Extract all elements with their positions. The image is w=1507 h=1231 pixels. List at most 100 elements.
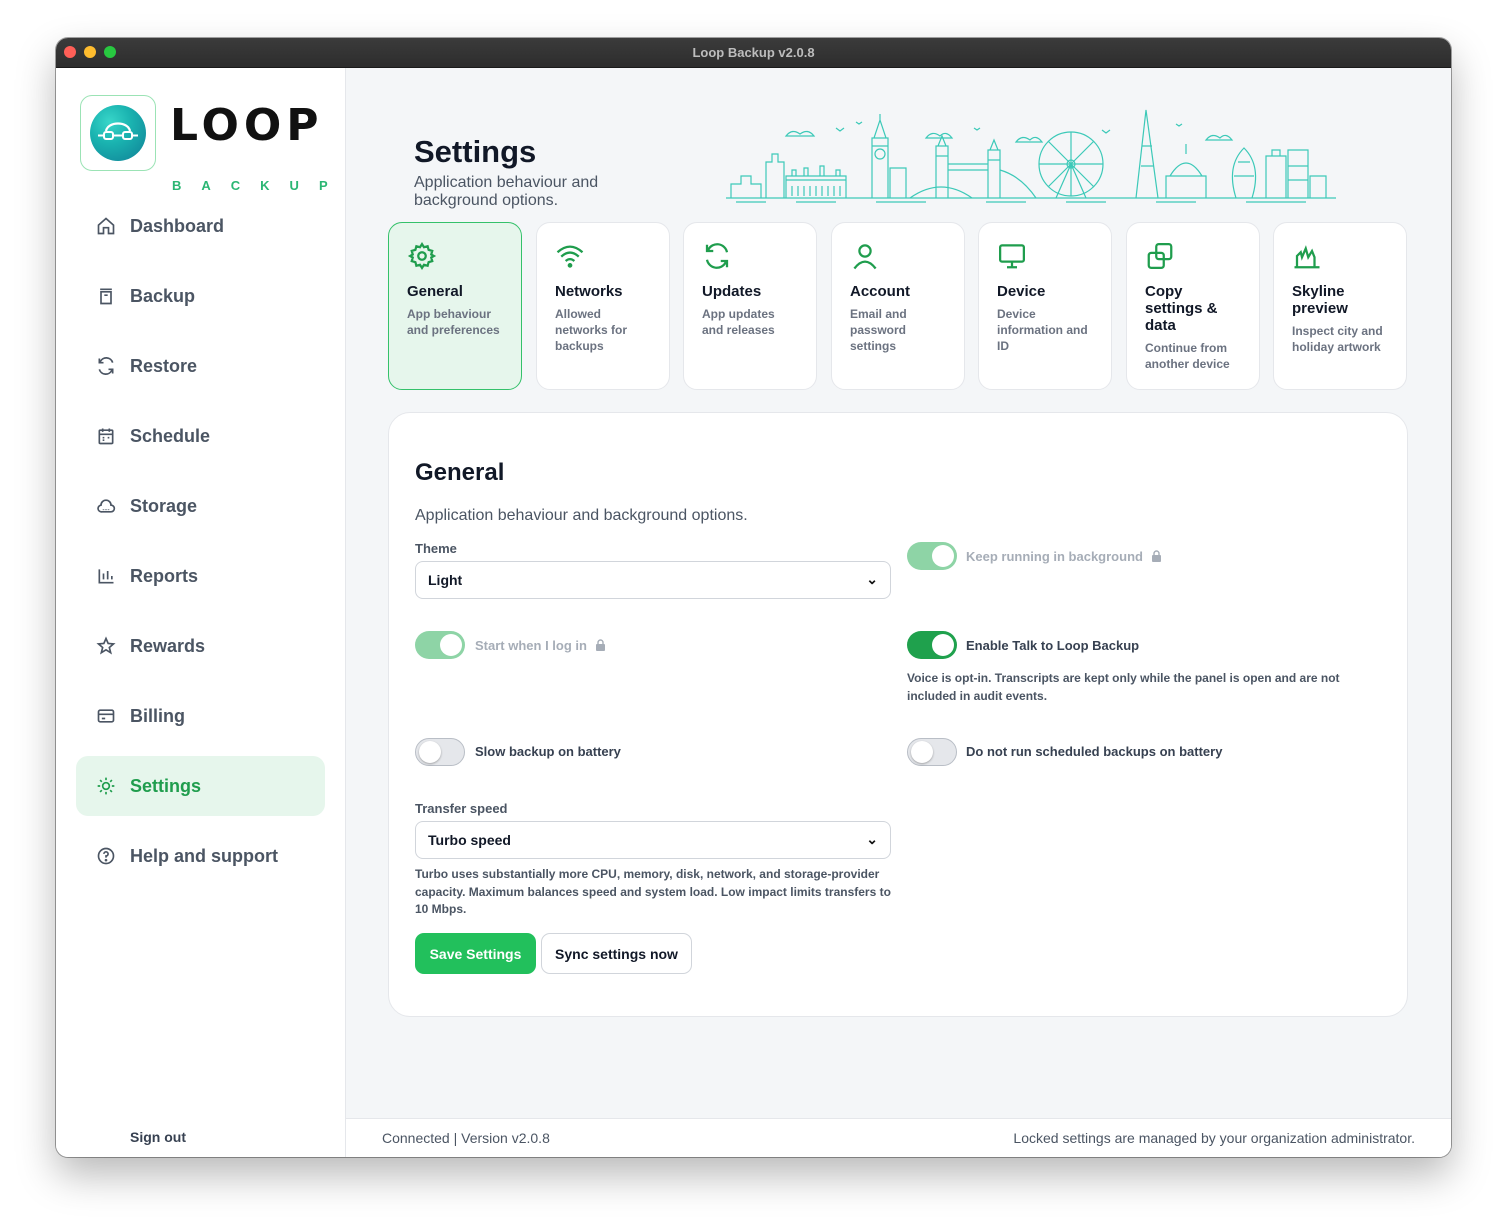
sidebar-item-label: Billing	[130, 705, 185, 726]
sidebar-item-schedule[interactable]: Schedule	[76, 406, 325, 466]
chevron-down-icon: ⌄	[866, 831, 878, 847]
transfer-speed-label: Transfer speed	[415, 801, 508, 816]
theme-value: Light	[428, 572, 463, 588]
card-copy-settings[interactable]: Copy settings & data Continue from anoth…	[1126, 222, 1260, 390]
star-icon	[96, 636, 116, 655]
sidebar-item-label: Dashboard	[130, 215, 225, 236]
slow-battery-toggle[interactable]	[415, 738, 465, 766]
sidebar-item-settings[interactable]: Settings	[76, 756, 325, 816]
sidebar-item-storage[interactable]: Storage	[76, 476, 325, 536]
sidebar-item-help[interactable]: Help and support	[76, 826, 325, 886]
card-skyline-preview[interactable]: Skyline preview Inspect city and holiday…	[1273, 222, 1407, 390]
sidebar-item-label: Restore	[130, 355, 198, 376]
card-title: General	[407, 283, 463, 300]
archive-icon	[100, 288, 112, 305]
logo-wordmark: LOOP	[170, 100, 324, 151]
sidebar-item-label: Storage	[130, 495, 198, 516]
save-settings-button[interactable]: Save Settings	[415, 933, 536, 974]
status-footer: Connected | Version v2.0.8 Locked settin…	[346, 1118, 1451, 1157]
general-panel: General Application behaviour and backgr…	[388, 412, 1408, 1017]
card-desc: Continue from another device	[1145, 341, 1230, 371]
sidebar-item-restore[interactable]: Restore	[76, 336, 325, 396]
card-updates[interactable]: Updates App updates and releases	[683, 222, 817, 390]
no-sched-battery-toggle[interactable]	[907, 738, 957, 766]
window-title: Loop Backup v2.0.8	[692, 45, 815, 60]
sidebar-item-billing[interactable]: Billing	[76, 686, 325, 746]
section-subtitle: Application behaviour and background opt…	[415, 507, 748, 524]
transfer-speed-help: Turbo uses substantially more CPU, memor…	[415, 867, 891, 916]
start-login-toggle[interactable]	[415, 631, 465, 659]
talk-help-text: Voice is opt-in. Transcripts are kept on…	[907, 671, 1340, 703]
cloud-icon	[97, 499, 116, 513]
sidebar-item-backup[interactable]: Backup	[76, 266, 325, 326]
card-title: Account	[850, 283, 910, 300]
skyline-icon	[1294, 245, 1320, 269]
lock-icon	[595, 639, 605, 651]
sun-gear-icon	[97, 777, 115, 795]
card-title: Networks	[555, 283, 623, 300]
card-title: Skyline preview	[1292, 283, 1348, 317]
sidebar-item-label: Reports	[130, 565, 199, 586]
app-window: Loop Backup v2.0.8 LOOP BACKUP Dashboard	[56, 38, 1451, 1157]
gear-icon	[407, 242, 437, 270]
keep-running-label: Keep running in background	[966, 549, 1162, 564]
no-sched-battery-label: Do not run scheduled backups on battery	[966, 744, 1223, 759]
theme-label: Theme	[415, 541, 457, 556]
card-title: Copy settings & data	[1145, 283, 1218, 334]
card-desc: App updates and releases	[702, 307, 775, 337]
sidebar-item-label: Settings	[130, 775, 202, 796]
refresh-icon	[98, 357, 114, 375]
logo-badge	[80, 95, 156, 171]
card-desc: Email and password settings	[850, 307, 907, 353]
chevron-down-icon: ⌄	[866, 571, 878, 587]
keep-running-toggle[interactable]	[907, 542, 957, 570]
sidebar-item-label: Rewards	[130, 635, 206, 656]
logo-icon	[90, 105, 146, 161]
credit-card-icon	[97, 709, 115, 723]
card-desc: Inspect city and holiday artwork	[1292, 324, 1383, 354]
home-icon	[97, 217, 115, 235]
locked-settings-note: Locked settings are managed by your orga…	[1013, 1130, 1415, 1146]
sidebar-item-reports[interactable]: Reports	[76, 546, 325, 606]
start-login-label: Start when I log in	[475, 638, 606, 653]
copy-icon	[1147, 243, 1173, 269]
slow-battery-label: Slow backup on battery	[475, 744, 621, 759]
wifi-icon	[556, 245, 584, 268]
sidebar: LOOP BACKUP Dashboard Backup Restore Sch…	[56, 68, 346, 1157]
card-device[interactable]: Device Device information and ID	[978, 222, 1112, 390]
card-title: Updates	[702, 283, 762, 300]
sidebar-item-label: Schedule	[130, 425, 211, 446]
connection-status: Connected | Version v2.0.8	[382, 1130, 550, 1146]
card-desc: Allowed networks for backups	[555, 307, 628, 353]
sign-out-link[interactable]: Sign out	[130, 1129, 186, 1145]
logo-subtitle: BACKUP	[172, 178, 348, 193]
calendar-icon	[98, 428, 114, 445]
card-general[interactable]: General App behaviour and preferences	[388, 222, 522, 390]
sidebar-item-label: Help and support	[130, 845, 278, 866]
card-desc: Device information and ID	[997, 307, 1088, 353]
talk-toggle[interactable]	[907, 631, 957, 659]
theme-select[interactable]: Light ⌄	[415, 561, 891, 599]
section-title: General	[415, 459, 505, 486]
bar-chart-icon	[98, 569, 114, 584]
lock-icon	[1151, 550, 1161, 562]
transfer-speed-select[interactable]: Turbo speed ⌄	[415, 821, 891, 859]
page-subtitle: Application behaviour and background opt…	[414, 174, 599, 209]
sidebar-item-dashboard[interactable]: Dashboard	[76, 196, 325, 256]
sidebar-item-rewards[interactable]: Rewards	[76, 616, 325, 676]
transfer-speed-value: Turbo speed	[428, 832, 511, 848]
talk-label: Enable Talk to Loop Backup	[966, 638, 1140, 653]
card-networks[interactable]: Networks Allowed networks for backups	[536, 222, 670, 390]
title-bar: Loop Backup v2.0.8	[56, 38, 1451, 68]
sidebar-item-label: Backup	[130, 285, 196, 306]
page-title: Settings	[414, 134, 537, 169]
sync-settings-button[interactable]: Sync settings now	[541, 933, 692, 974]
monitor-icon	[999, 244, 1025, 269]
help-circle-icon	[97, 847, 115, 865]
user-icon	[853, 244, 877, 270]
skyline-artwork	[726, 109, 1336, 203]
card-account[interactable]: Account Email and password settings	[831, 222, 965, 390]
card-desc: App behaviour and preferences	[407, 307, 500, 337]
card-title: Device	[997, 283, 1046, 300]
refresh-icon	[705, 243, 729, 269]
